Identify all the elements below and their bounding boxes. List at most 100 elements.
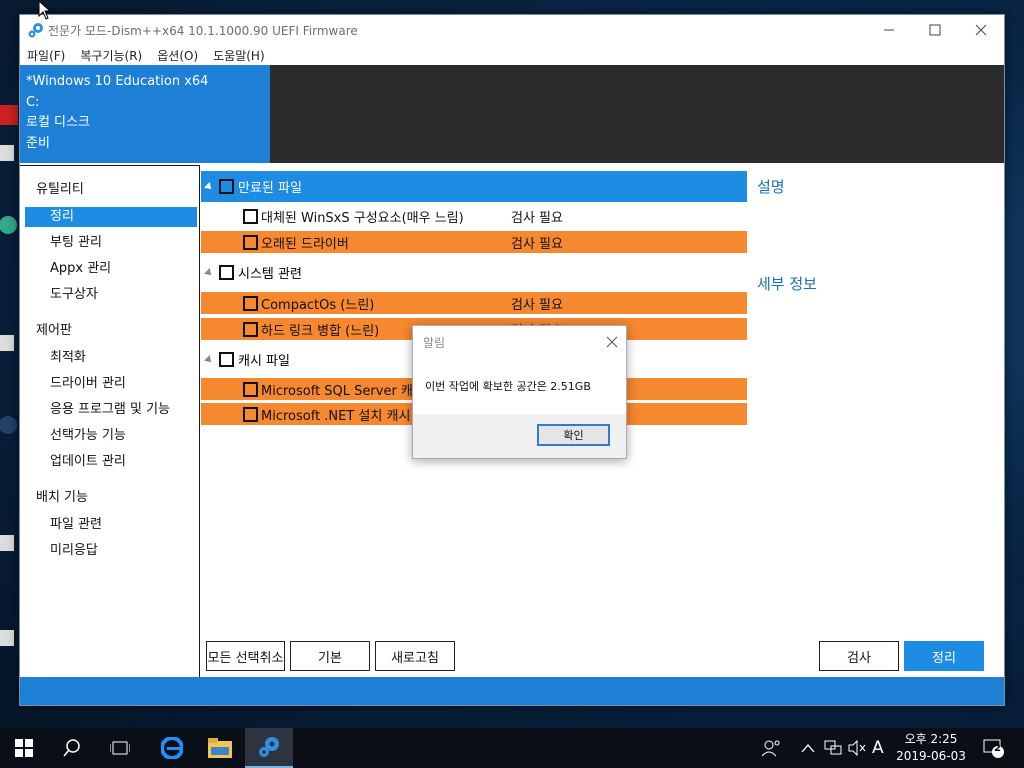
close-icon [606,336,618,348]
title-bar[interactable]: 전문가 모드-Dism++x64 10.1.1000.90 UEFI Firmw… [20,15,1004,45]
default-button[interactable]: 기본 [290,641,370,671]
group-checkbox[interactable] [219,179,234,194]
maximize-icon [929,24,941,36]
group-checkbox[interactable] [219,265,234,280]
minimize-button[interactable] [866,15,912,45]
nav-section-control: 제어판 [36,323,72,338]
sidebar-nav: 유틸리티 정리 부팅 관리 Appx 관리 도구상자 제어판 최적화 드라이버 … [20,165,200,677]
close-button[interactable] [958,15,1004,45]
list-item[interactable]: CompactOs (느린) 검사 필요 [201,292,747,314]
group-expired-files[interactable]: 만료된 파일 [201,171,747,202]
menu-help[interactable]: 도움말(H) [206,45,273,65]
expand-triangle-icon[interactable] [204,354,214,365]
nav-item-unattend[interactable]: 미리응답 [25,541,197,561]
refresh-button[interactable]: 새로고침 [375,641,455,671]
item-checkbox[interactable] [243,406,258,422]
desktop-icon[interactable] [0,530,20,560]
task-view-icon [110,741,130,755]
expand-triangle-icon[interactable] [204,267,214,278]
group-checkbox[interactable] [219,352,234,367]
gear-icon [259,737,279,757]
desktop-icon[interactable] [0,140,20,170]
start-button[interactable] [0,728,48,768]
expand-triangle-icon[interactable] [204,181,214,192]
task-view-button[interactable] [96,728,144,768]
list-item[interactable]: 오래된 드라이버 검사 필요 [201,231,747,253]
item-checkbox[interactable] [243,234,258,250]
edge-browser-icon [161,737,183,759]
menu-file[interactable]: 파일(F) [20,45,73,65]
item-label: Microsoft SQL Server 캐시 [261,383,425,399]
item-checkbox[interactable] [243,381,258,397]
nav-section-deploy: 배치 기능 [36,490,88,505]
file-explorer-button[interactable] [196,728,244,768]
item-checkbox[interactable] [243,295,258,311]
nav-item-drivers[interactable]: 드라이버 관리 [25,374,197,394]
item-label: 하드 링크 병합 (느린) [261,323,380,339]
nav-item-boot[interactable]: 부팅 관리 [25,233,197,253]
clean-button[interactable]: 정리 [904,641,984,671]
nav-item-updates[interactable]: 업데이트 관리 [25,452,197,472]
scan-button[interactable]: 검사 [819,641,899,671]
description-heading: 설명 [757,178,785,196]
dism-taskbar-button[interactable] [245,728,293,768]
desktop-icon[interactable] [0,210,20,240]
network-icon [824,740,842,755]
drive-letter: C: [26,94,40,110]
show-hidden-icons-button[interactable] [801,728,815,768]
people-button[interactable] [762,728,782,768]
nav-item-toolbox[interactable]: 도구상자 [25,285,197,305]
close-icon [975,24,987,36]
deselect-all-button[interactable]: 모든 선택취소 [206,641,285,671]
search-icon [63,739,80,757]
desktop-icon[interactable] [0,410,20,440]
nav-item-optimize[interactable]: 최적화 [25,348,197,368]
details-heading: 세부 정보 [757,275,817,293]
dialog-close-button[interactable] [606,330,618,352]
list-item[interactable]: 대체된 WinSxS 구성요소(매우 느림) 검사 필요 [201,205,747,227]
item-status: 검사 필요 [511,210,563,226]
item-label: CompactOs (느린) [261,297,375,313]
disk-label: 로컬 디스크 [26,115,90,130]
search-button[interactable] [48,728,96,768]
session-info-panel[interactable]: *Windows 10 Education x64 C: 로컬 디스크 준비 [20,65,270,163]
desktop-icon[interactable] [0,330,20,360]
item-status: 검사 필요 [511,297,563,313]
desktop-icon[interactable] [0,625,20,655]
group-label: 만료된 파일 [238,181,302,196]
action-center-button[interactable]: 2 [983,728,1005,768]
nav-item-files[interactable]: 파일 관련 [25,515,197,535]
item-checkbox[interactable] [243,321,258,337]
maximize-button[interactable] [912,15,958,45]
window-title: 전문가 모드-Dism++x64 10.1.1000.90 UEFI Firmw… [48,24,358,38]
notification-dialog: 알림 이번 작업에 확보한 공간은 2.51GB 확인 [412,325,627,459]
os-name: *Windows 10 Education x64 [26,74,209,89]
session-status: 준비 [26,135,50,151]
group-system[interactable]: 시스템 관련 [201,257,747,288]
nav-item-apps[interactable]: 응용 프로그램 및 기능 [25,400,197,420]
group-label: 캐시 파일 [238,354,290,369]
clock[interactable]: 오후 2:25 2019-06-03 [893,731,969,765]
menu-recovery[interactable]: 복구기능(R) [73,45,150,65]
volume-button[interactable] [848,728,866,768]
menu-options[interactable]: 옵션(O) [150,45,206,65]
gear-icon [28,23,43,38]
dialog-title: 알림 [423,336,446,350]
dialog-message: 이번 작업에 확보한 공간은 2.51GB [425,380,591,393]
item-label: 대체된 WinSxS 구성요소(매우 느림) [261,210,464,226]
nav-item-features[interactable]: 선택가능 기능 [25,426,197,446]
item-checkbox[interactable] [243,208,258,224]
desktop-icon[interactable] [0,100,20,130]
network-button[interactable] [824,728,842,768]
item-label: 오래된 드라이버 [261,236,349,252]
dialog-footer: 확인 [413,414,626,458]
item-label: Microsoft .NET 설치 캐시 [261,408,411,424]
status-bar [20,677,1004,705]
item-status: 검사 필요 [511,236,563,252]
clock-date: 2019-06-03 [896,749,966,763]
edge-button[interactable] [148,728,196,768]
nav-item-appx[interactable]: Appx 관리 [25,259,197,279]
nav-item-cleanup[interactable]: 정리 [25,207,197,227]
ok-button[interactable]: 확인 [537,424,610,446]
ime-indicator[interactable]: A [872,728,884,768]
